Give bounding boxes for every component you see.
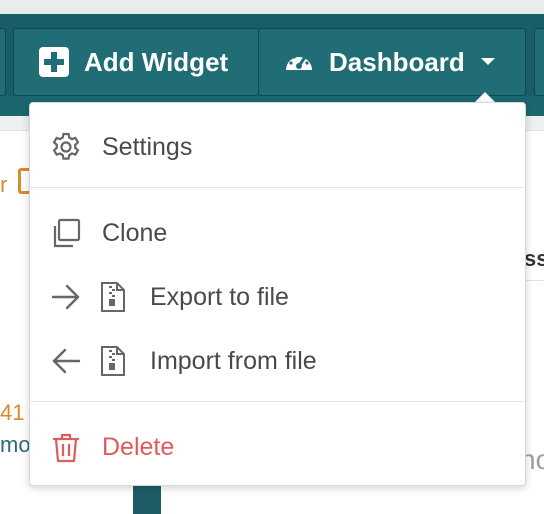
dashboard-menu-button[interactable]: Dashboard (258, 28, 526, 96)
toolbar-top-strip (0, 0, 544, 14)
add-widget-label: Add Widget (84, 46, 229, 77)
toolbar-button-partial-right[interactable] (534, 28, 544, 96)
add-widget-button[interactable]: Add Widget (13, 28, 259, 96)
plus-square-icon (39, 47, 69, 77)
divider (524, 280, 544, 281)
clone-icon (53, 218, 81, 248)
gear-icon (52, 132, 80, 160)
arrow-right-icon (51, 284, 80, 310)
dropdown-pointer (475, 92, 495, 102)
arrow-left-icon (52, 348, 81, 374)
menu-item-settings[interactable]: Settings (30, 119, 525, 175)
menu-item-import[interactable]: Import from file (30, 333, 525, 389)
menu-item-delete-label: Delete (102, 432, 175, 461)
background-text-fragment: ss (524, 246, 544, 271)
menu-item-clone[interactable]: Clone (30, 205, 525, 261)
background-text-fragment: r (0, 172, 8, 197)
menu-divider (30, 401, 525, 402)
menu-item-delete[interactable]: Delete (30, 419, 525, 475)
trash-icon (53, 433, 79, 463)
dashboard-dropdown-menu: Settings Clone Export to file Import fro… (29, 102, 526, 486)
background-text-fragment: mo (0, 432, 31, 457)
background-text-fragment: 41 (0, 400, 25, 425)
zip-file-icon (101, 282, 125, 312)
menu-item-settings-label: Settings (102, 132, 193, 161)
speedometer-icon (286, 53, 312, 70)
menu-item-export[interactable]: Export to file (30, 269, 525, 325)
toolbar-button-partial-left[interactable] (0, 28, 6, 96)
menu-item-clone-label: Clone (102, 218, 168, 247)
menu-item-import-label: Import from file (150, 346, 317, 375)
dashboard-toolbar: Add Widget Dashboard (0, 0, 544, 116)
menu-item-export-label: Export to file (150, 282, 289, 311)
dashboard-label: Dashboard (329, 46, 465, 77)
caret-down-icon (480, 58, 495, 65)
zip-file-icon (101, 346, 125, 376)
menu-divider (30, 187, 525, 188)
